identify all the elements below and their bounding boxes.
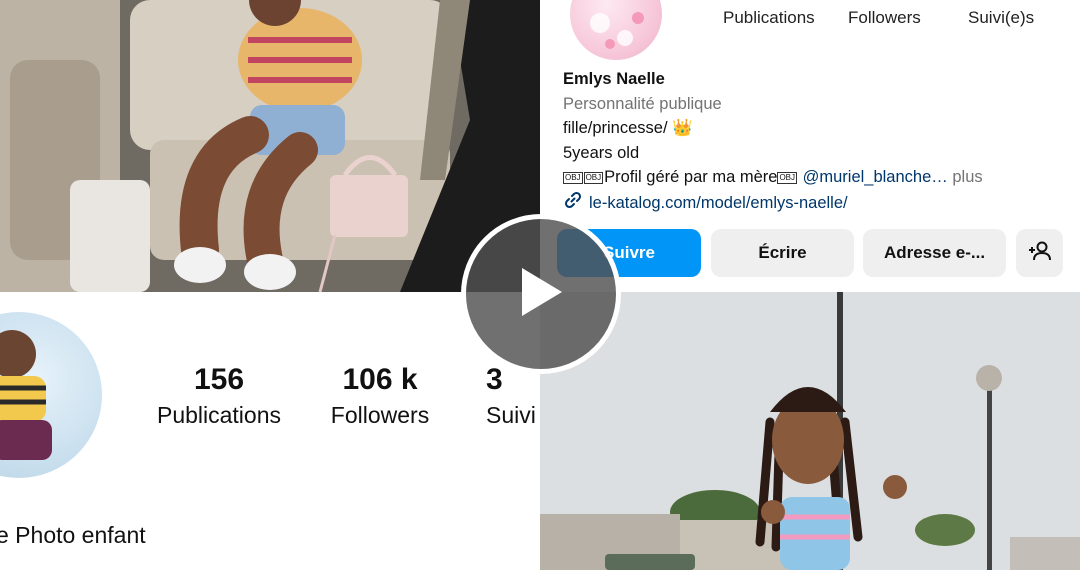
bio-managed-text: Profil géré par ma mère [604,168,778,186]
website-link-text: le-katalog.com/model/emlys-naelle/ [589,194,848,212]
avatar[interactable] [570,0,662,60]
link-icon [563,190,583,218]
child-in-car-photo [0,0,540,292]
add-user-icon [1028,240,1052,267]
play-button[interactable] [461,214,621,374]
publications-label[interactable]: Publications [723,8,815,28]
unsupported-glyph-icon: OBJ [563,172,583,184]
child-with-braids-photo [540,292,1080,570]
left-screenshot: 156 Publications 106 k Followers 3 Suivi… [0,0,540,570]
profile-name: e Photo enfant [0,522,146,548]
unsupported-glyph-icon: OBJ [583,172,604,184]
followers-count: 106 k [342,363,418,396]
following-label: Suivi [486,402,536,428]
unsupported-glyph-icon: OBJ [777,172,798,184]
right-screenshot: Publications Followers Suivi(e)s Emlys N… [540,0,1080,570]
followers-label: Followers [330,402,430,428]
right-profile-header: Publications Followers Suivi(e)s Emlys N… [540,0,1080,292]
publications-label: Publications [156,402,282,428]
more-link[interactable]: plus [952,168,982,186]
stat-followers[interactable]: 106 k Followers [318,362,442,430]
following-label[interactable]: Suivi(e)s [968,8,1034,28]
bio-line-3: OBJ OBJ Profil géré par ma mère OBJ @muriel… [563,165,1073,190]
left-profile-header: 156 Publications 106 k Followers 3 Suivi… [0,292,540,570]
website-link[interactable]: le-katalog.com/model/emlys-naelle/ [563,190,1073,218]
play-icon [518,266,564,323]
mention-link[interactable]: @muriel_blanche… [803,168,948,186]
avatar[interactable] [0,312,102,478]
profile-category: Personnalité publique [563,94,722,113]
followers-label[interactable]: Followers [848,8,921,28]
bio-line-1: fille/princesse/ 👑 [563,119,693,137]
email-button[interactable]: Adresse e-... [863,229,1006,277]
bio-line-2: 5years old [563,143,640,162]
message-button[interactable]: Écrire [711,229,854,277]
publications-count: 156 [193,363,245,396]
profile-name: Emlys Naelle [563,70,665,88]
profile-bio: Emlys Naelle Personnalité publique fille… [563,67,1073,217]
add-user-button[interactable] [1016,229,1063,277]
stat-publications[interactable]: 156 Publications [144,362,294,430]
